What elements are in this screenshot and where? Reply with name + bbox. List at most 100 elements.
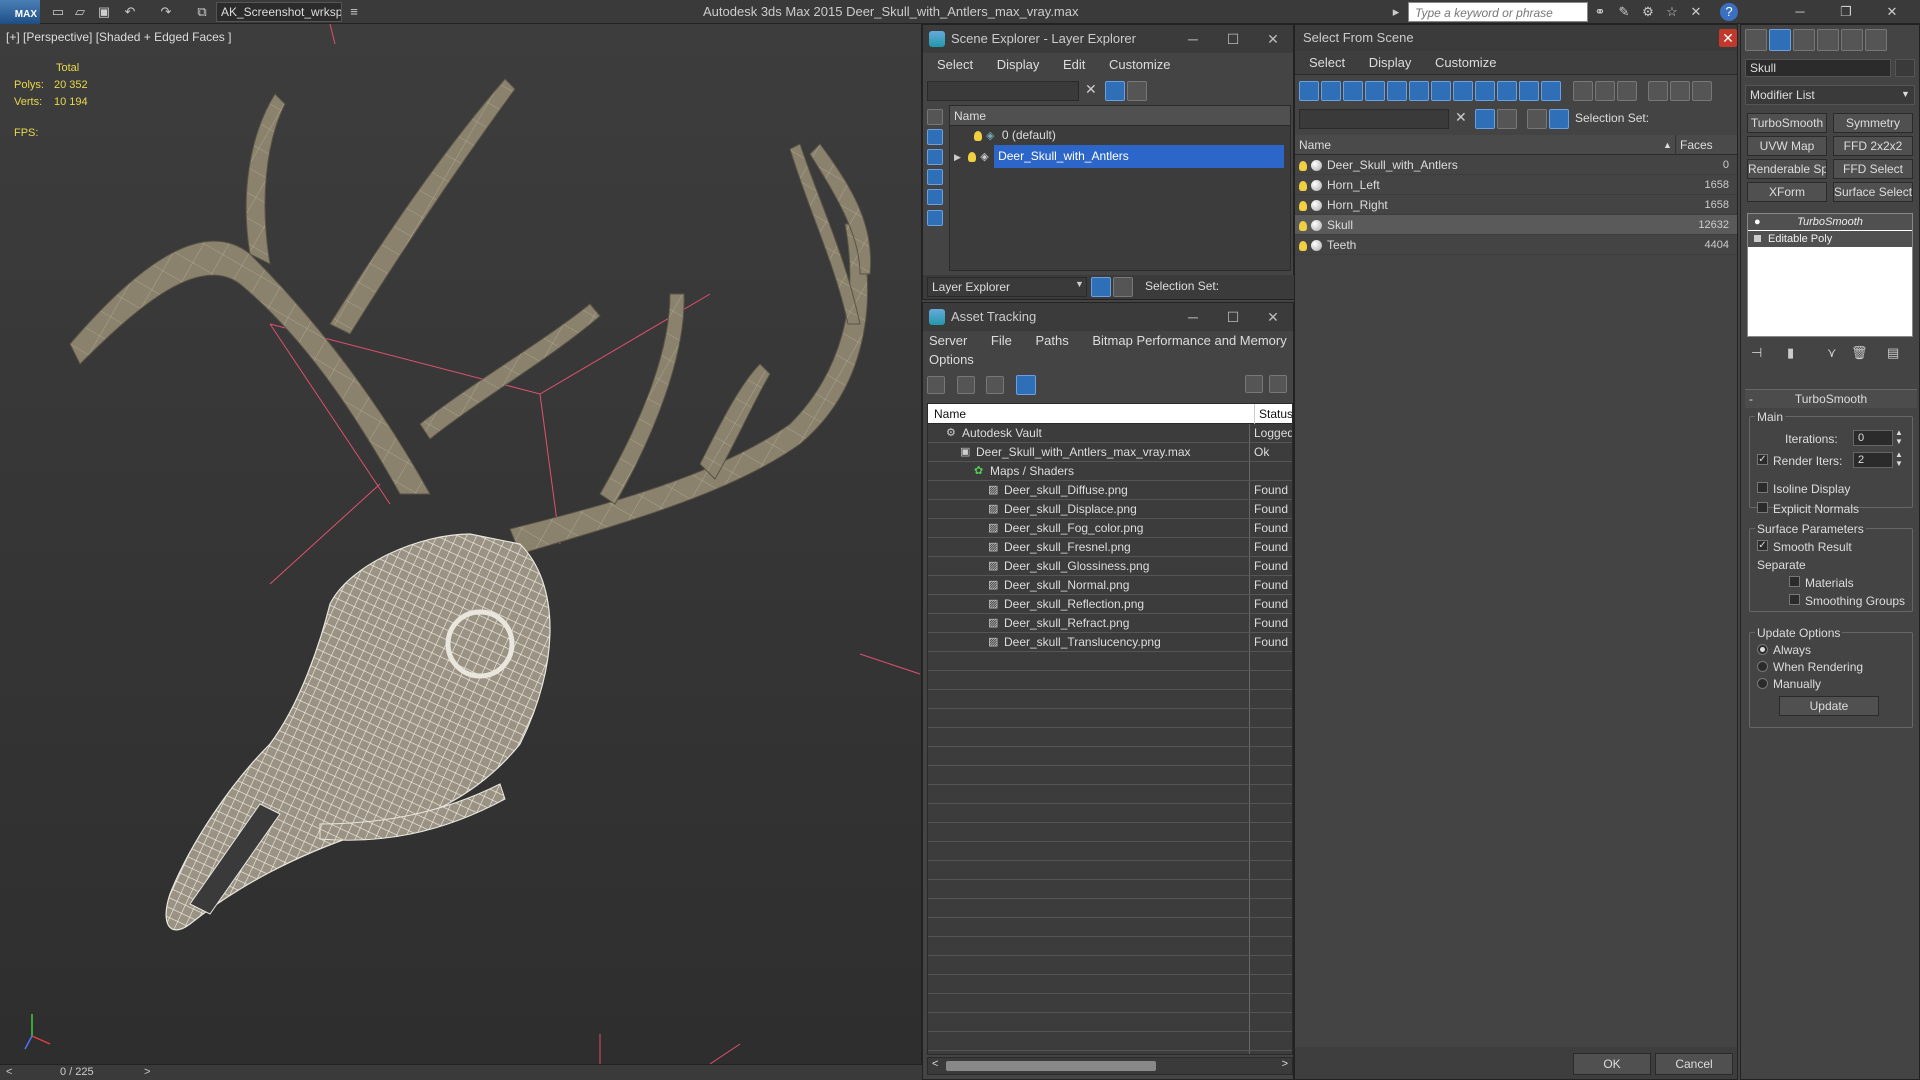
close-icon[interactable]: ✕: [1253, 303, 1293, 331]
modifier-button[interactable]: FFD 2x2x2: [1833, 136, 1913, 156]
display-geometry-icon[interactable]: [927, 129, 943, 145]
display-lights-icon[interactable]: [927, 169, 943, 185]
when-rendering-radio[interactable]: [1757, 661, 1768, 672]
thumbnail-view-icon[interactable]: [986, 376, 1005, 394]
minimize-icon[interactable]: ─: [1173, 303, 1213, 331]
menu-select[interactable]: Select: [937, 53, 973, 77]
manually-radio[interactable]: [1757, 678, 1768, 689]
clear-search-icon[interactable]: ✕: [1455, 109, 1467, 126]
isoline-display-checkbox[interactable]: [1757, 482, 1768, 493]
menu-display[interactable]: Display: [997, 53, 1040, 77]
funnel-icon[interactable]: [1648, 81, 1669, 101]
asset-row[interactable]: ▨ Deer_skull_Displace.png Found: [928, 500, 1292, 519]
ok-button[interactable]: OK: [1573, 1053, 1651, 1075]
asset-help-icon[interactable]: [1245, 375, 1263, 393]
filter-xrefs-icon[interactable]: [1453, 81, 1473, 101]
display-shapes-icon[interactable]: [927, 149, 943, 165]
asset-row[interactable]: ▨ Deer_skull_Glossiness.png Found: [928, 557, 1292, 576]
time-slider-value[interactable]: 0 / 225: [60, 1066, 94, 1078]
object-color-swatch[interactable]: [1895, 59, 1915, 77]
workspace-dropdown[interactable]: AK_Screenshot_wrksp: [216, 2, 342, 22]
object-name-field[interactable]: Skull: [1745, 59, 1891, 77]
spinner-arrows-icon[interactable]: ▲ ▼: [1895, 450, 1903, 468]
filter-spacewarps-icon[interactable]: [1409, 81, 1429, 101]
layer-visibility-icon[interactable]: [968, 151, 977, 162]
perspective-viewport[interactable]: [+] [Perspective] [Shaded + Edged Faces …: [0, 24, 922, 1064]
materials-checkbox[interactable]: [1789, 576, 1800, 587]
select-all-icon[interactable]: [1572, 81, 1593, 101]
modifier-button[interactable]: Symmetry: [1833, 113, 1913, 133]
filter-bones-icon[interactable]: [1475, 81, 1495, 101]
modifier-button[interactable]: UVW Map: [1747, 136, 1827, 156]
help-icon[interactable]: ?: [1720, 3, 1738, 21]
rollout-header[interactable]: - TurboSmooth: [1745, 390, 1917, 408]
modifier-button[interactable]: FFD Select: [1833, 159, 1913, 179]
layer-row-deer-skull[interactable]: ▶ ◈ Deer_Skull_with_Antlers: [950, 145, 1290, 168]
visibility-bulb-icon[interactable]: [1299, 200, 1307, 211]
menu-paths[interactable]: Paths: [1036, 331, 1069, 351]
scroll-thumb[interactable]: [946, 1061, 1156, 1071]
render-iters-spinner[interactable]: 2: [1853, 452, 1893, 468]
workspace-menu-icon[interactable]: ≡: [344, 3, 364, 21]
select-invert-icon[interactable]: [1616, 81, 1637, 101]
layer-mode-icon[interactable]: [1091, 277, 1111, 297]
undo-icon[interactable]: ↶: [120, 3, 140, 21]
visibility-bulb-icon[interactable]: [1299, 240, 1307, 251]
minimize-icon[interactable]: ─: [1790, 3, 1810, 21]
filter-icon[interactable]: [1475, 109, 1495, 129]
hierarchy-tab-icon[interactable]: [1793, 29, 1815, 51]
new-file-icon[interactable]: ▭: [48, 3, 68, 21]
filter-icon[interactable]: [1105, 81, 1125, 101]
scroll-left-icon[interactable]: <: [932, 1058, 938, 1070]
menu-customize[interactable]: Customize: [1109, 53, 1170, 77]
motion-tab-icon[interactable]: [1817, 29, 1839, 51]
maximize-icon[interactable]: ☐: [1213, 25, 1253, 53]
filter-groups-icon[interactable]: [1431, 81, 1451, 101]
viewport-label[interactable]: [+] [Perspective] [Shaded + Edged Faces …: [6, 30, 231, 44]
asset-row[interactable]: ▨ Deer_skull_Fog_color.png Found: [928, 519, 1292, 538]
modifier-button[interactable]: Renderable Spline: [1747, 159, 1827, 179]
modifier-button[interactable]: Surface Select: [1833, 182, 1913, 202]
search-toggle-icon[interactable]: ▸: [1386, 3, 1406, 21]
menu-display[interactable]: Display: [1369, 51, 1412, 75]
stack-item-editable-poly[interactable]: Editable Poly: [1748, 231, 1912, 247]
layer-explorer-titlebar[interactable]: Scene Explorer - Layer Explorer ─ ☐ ✕: [923, 25, 1293, 53]
layer-row-default[interactable]: ◈ 0 (default): [950, 126, 1290, 145]
stack-item-turbosmooth[interactable]: ● TurboSmooth: [1748, 214, 1912, 230]
close-icon[interactable]: ✕: [1253, 25, 1293, 53]
explicit-normals-checkbox[interactable]: [1757, 502, 1768, 513]
hierarchy-mode-icon[interactable]: [1113, 277, 1133, 297]
object-row[interactable]: Deer_Skull_with_Antlers 0: [1295, 155, 1737, 175]
update-button[interactable]: Update: [1779, 696, 1879, 716]
display-tab-icon[interactable]: [1841, 29, 1863, 51]
close-icon[interactable]: ✕: [1719, 29, 1737, 47]
columns-icon[interactable]: [1692, 81, 1713, 101]
display-cameras-icon[interactable]: [927, 189, 943, 205]
subscription-icon[interactable]: ✎: [1614, 3, 1634, 21]
render-iters-checkbox[interactable]: ✓: [1757, 454, 1768, 465]
layer-name-header[interactable]: Name: [950, 106, 1290, 126]
show-end-result-icon[interactable]: ▮: [1787, 345, 1794, 361]
asset-tracking-titlebar[interactable]: Asset Tracking ─ ☐ ✕: [923, 303, 1293, 331]
dropdown-arrow-icon[interactable]: ▼: [1901, 89, 1910, 99]
asset-row[interactable]: ▨ Deer_skull_Fresnel.png Found: [928, 538, 1292, 557]
explorer-type-dropdown[interactable]: Layer Explorer: [927, 277, 1087, 297]
smooth-result-checkbox[interactable]: ✓: [1757, 540, 1768, 551]
select-none-icon[interactable]: [1594, 81, 1615, 101]
list-view-icon[interactable]: [956, 376, 975, 394]
filter-lights-icon[interactable]: [1343, 81, 1363, 101]
object-row[interactable]: Horn_Right 1658: [1295, 195, 1737, 215]
project-folder-icon[interactable]: ⧉: [192, 3, 212, 21]
expand-box-icon[interactable]: [1754, 235, 1761, 242]
filter-helpers-icon[interactable]: [1387, 81, 1407, 101]
modifier-button[interactable]: XForm: [1747, 182, 1827, 202]
modifier-list-dropdown[interactable]: Modifier List: [1745, 85, 1915, 105]
spinner-arrows-icon[interactable]: ▲ ▼: [1895, 428, 1903, 446]
table-view-icon[interactable]: [1015, 375, 1036, 395]
favorites-star-icon[interactable]: ☆: [1662, 3, 1682, 21]
smoothing-groups-checkbox[interactable]: [1789, 594, 1800, 605]
expand-arrow-icon[interactable]: ▶: [954, 152, 961, 162]
remove-modifier-icon[interactable]: 🗑: [1851, 345, 1868, 361]
maximize-icon[interactable]: ☐: [1213, 303, 1253, 331]
create-tab-icon[interactable]: [1745, 29, 1767, 51]
